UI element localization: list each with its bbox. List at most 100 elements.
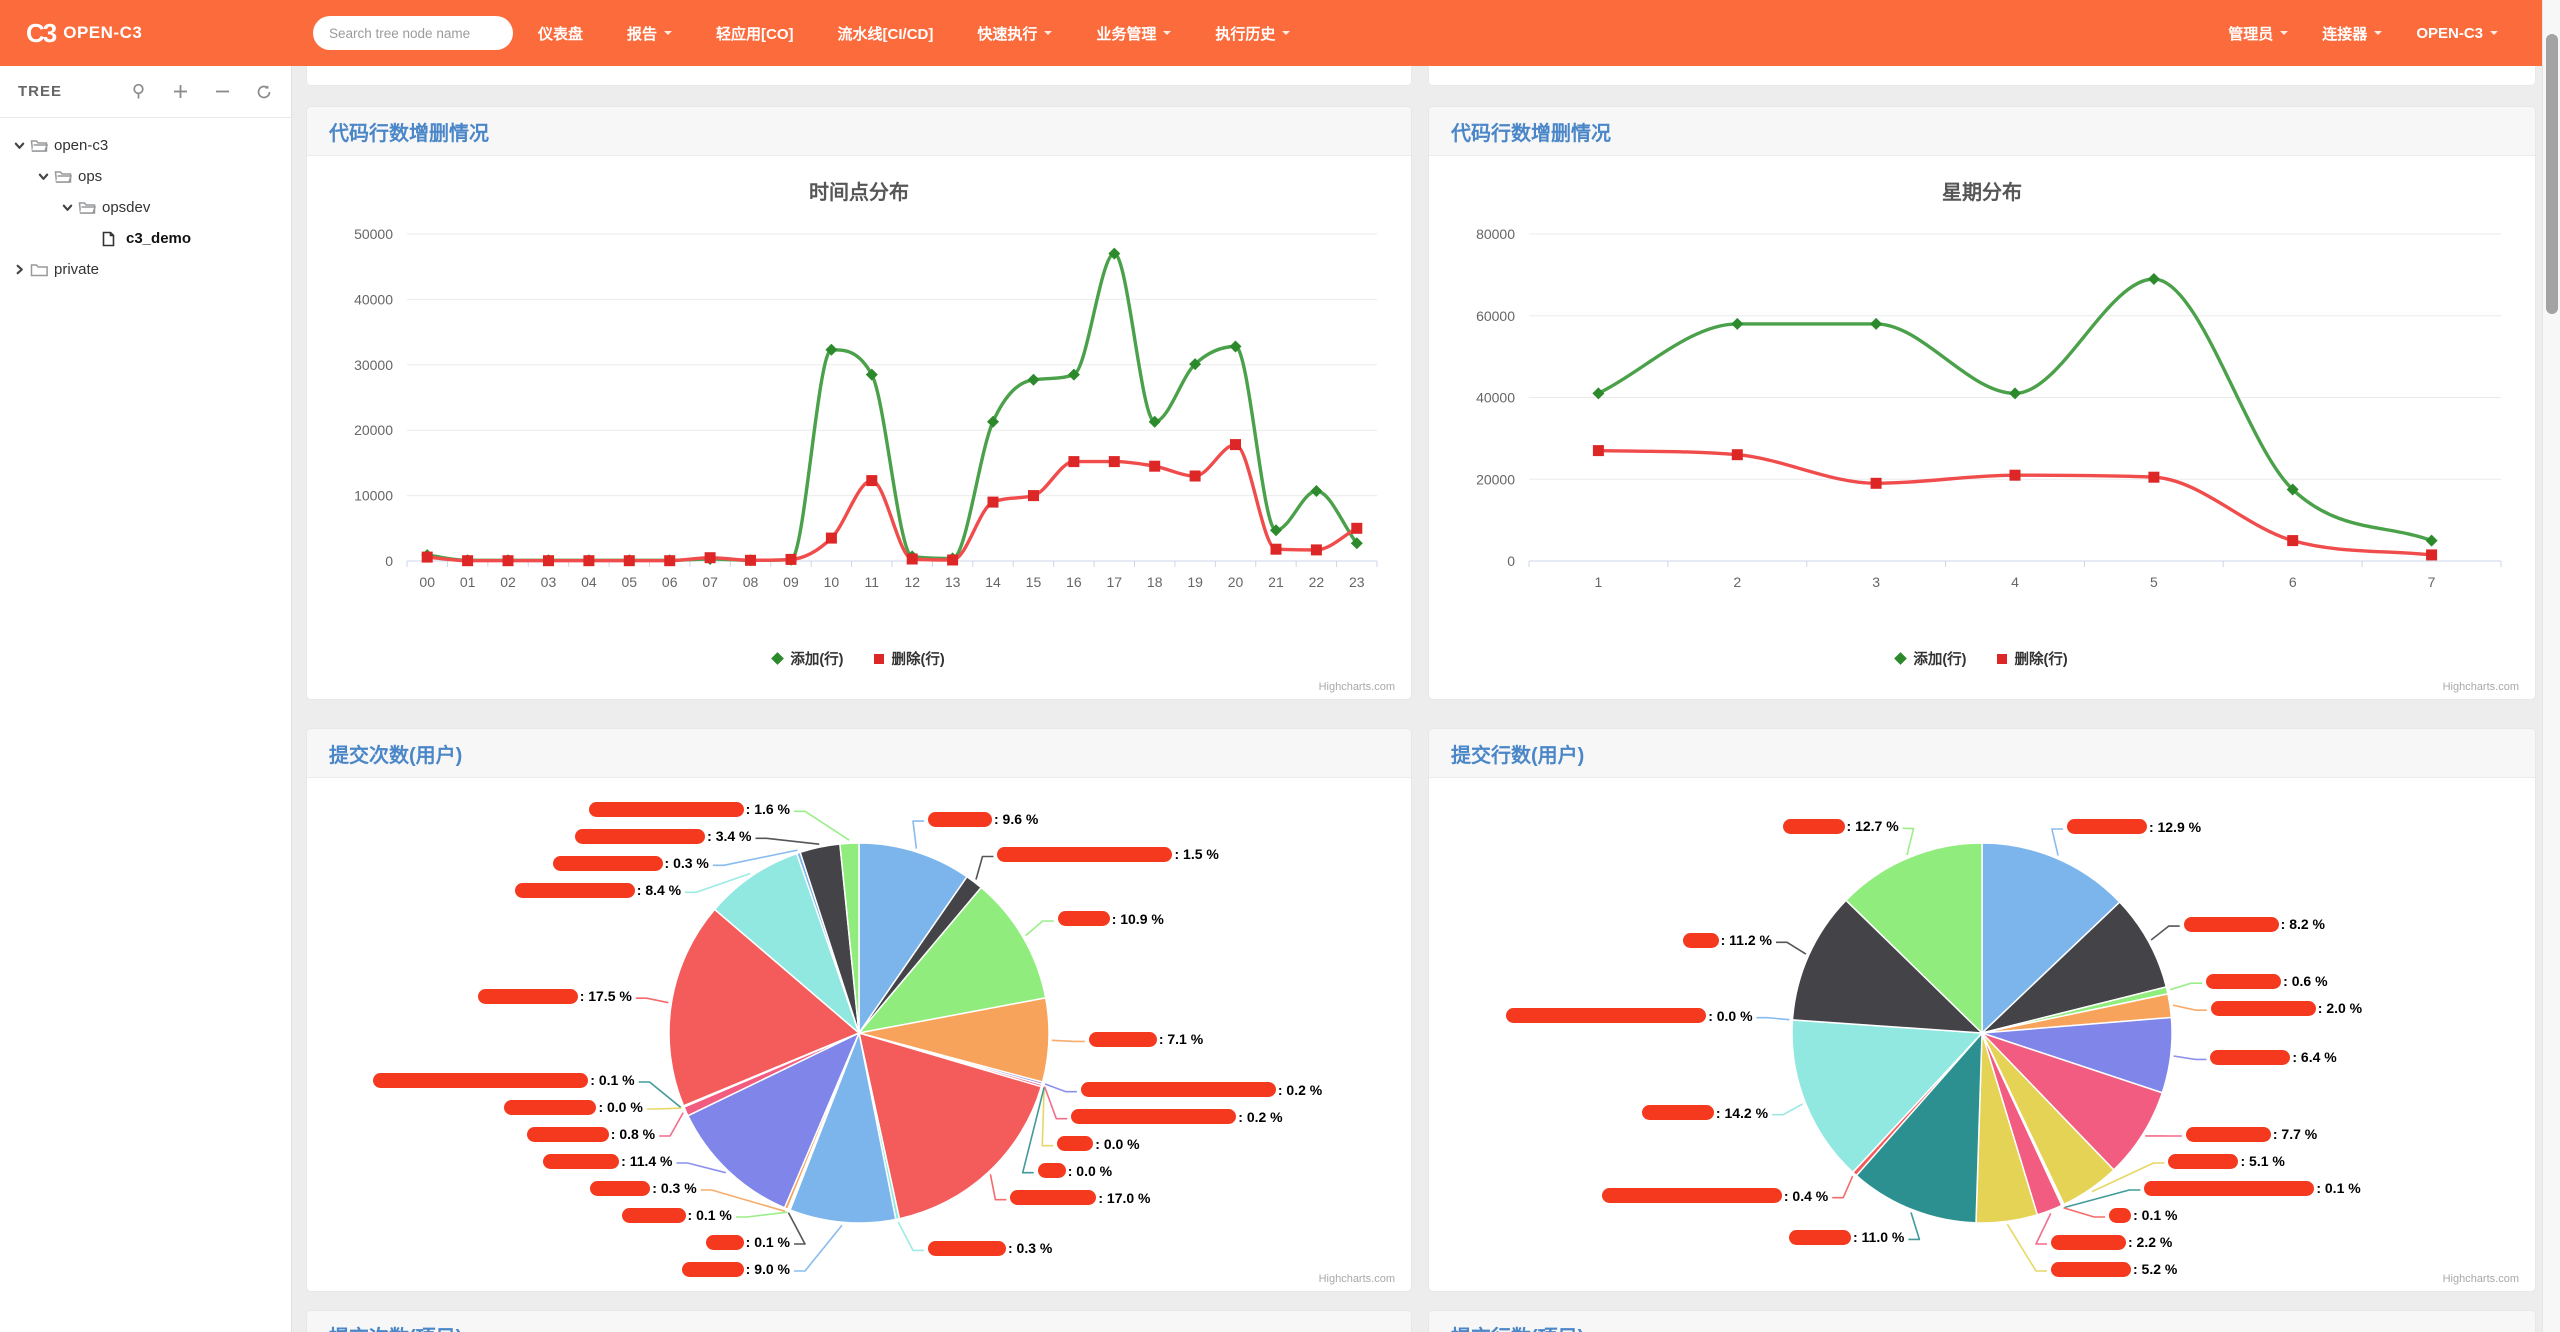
- diamond-marker-icon: [771, 652, 785, 665]
- svg-text:6: 6: [2289, 574, 2297, 590]
- svg-text:0: 0: [1507, 553, 1515, 569]
- tree-node-private[interactable]: private: [0, 254, 291, 285]
- nav-item-dashboard[interactable]: 仪表盘: [538, 23, 583, 44]
- chevron-right-icon[interactable]: [12, 262, 27, 277]
- folder-open-icon: [78, 200, 97, 216]
- panel-commit-lines-by-project: 提交行数(项目): [1428, 1310, 2536, 1332]
- user-nav: 管理员 连接器 OPEN-C3: [2228, 0, 2498, 66]
- highcharts-credits[interactable]: Highcharts.com: [2443, 681, 2519, 693]
- panel-header: 提交次数(用户): [307, 729, 1411, 778]
- tree-node-ops[interactable]: ops: [0, 161, 291, 192]
- square-marker-icon: [873, 653, 884, 664]
- diamond-marker-icon: [1894, 652, 1908, 665]
- svg-text:06: 06: [662, 574, 678, 590]
- plus-icon[interactable]: [171, 83, 189, 101]
- nav-item-report[interactable]: 报告: [627, 23, 673, 44]
- chevron-down-icon: [664, 31, 673, 39]
- open-c3-dashboard: C3 OPEN-C3 仪表盘 报告 轻应用[CO] 流水线[CI/CD] 快速执…: [0, 0, 2560, 1332]
- nav-item-pipeline[interactable]: 流水线[CI/CD]: [838, 23, 934, 44]
- pie-chart: [635, 810, 1085, 1272]
- svg-text:20: 20: [1228, 574, 1244, 590]
- panel-header: 提交行数(用户): [1429, 729, 2535, 778]
- logo[interactable]: C3 OPEN-C3: [26, 18, 142, 49]
- nav-item-connector[interactable]: 连接器: [2322, 23, 2383, 44]
- svg-text:7: 7: [2428, 574, 2436, 590]
- svg-text:23: 23: [1349, 574, 1365, 590]
- chevron-down-icon: [2280, 31, 2289, 39]
- nav-item-openc3-menu[interactable]: OPEN-C3: [2416, 25, 2498, 42]
- svg-text:0: 0: [385, 553, 393, 569]
- svg-text:20000: 20000: [354, 422, 393, 438]
- chevron-down-icon[interactable]: [60, 200, 75, 215]
- chevron-down-icon: [1044, 31, 1053, 39]
- minus-icon[interactable]: [213, 83, 231, 101]
- chevron-down-icon: [1282, 31, 1291, 39]
- tree-node-opsdev[interactable]: opsdev: [0, 192, 291, 223]
- svg-text:14: 14: [985, 574, 1001, 590]
- chart-body: 星期分布 0 20000 40000 60000 80000 1 2 3 4 5 6 7 添加(行) …: [1429, 156, 2535, 699]
- panel-commit-lines-by-user: 提交行数(用户) Highcharts.com : 12.9 %: 8.2 %:…: [1428, 728, 2536, 1292]
- panel-title: 提交次数(项目): [329, 1321, 462, 1332]
- nav-item-quickexec[interactable]: 快速执行: [977, 23, 1053, 44]
- scrollbar-thumb[interactable]: [2546, 34, 2558, 314]
- panel-header: 提交行数(项目): [1429, 1311, 2535, 1332]
- scrolled-panel-bottom: [1428, 66, 2536, 86]
- svg-text:09: 09: [783, 574, 799, 590]
- pie-chart: [1756, 827, 2207, 1272]
- highcharts-credits[interactable]: Highcharts.com: [2443, 1273, 2519, 1285]
- svg-text:19: 19: [1187, 574, 1203, 590]
- pie-chart-body: Highcharts.com : 12.9 %: 8.2 %: 0.6 %: 2…: [1429, 778, 2535, 1291]
- svg-text:22: 22: [1309, 574, 1325, 590]
- svg-text:40000: 40000: [354, 291, 393, 307]
- panel-title: 提交行数(项目): [1451, 1321, 1584, 1332]
- search-input[interactable]: [313, 16, 513, 50]
- svg-text:17: 17: [1107, 574, 1123, 590]
- nav-item-bizmgmt[interactable]: 业务管理: [1096, 23, 1172, 44]
- svg-text:10000: 10000: [354, 488, 393, 504]
- line-chart: 0 20000 40000 60000 80000 1 2 3 4 5 6 7: [1476, 226, 2502, 590]
- refresh-icon[interactable]: [255, 83, 273, 101]
- svg-text:30000: 30000: [354, 357, 393, 373]
- nav-item-lightapp[interactable]: 轻应用[CO]: [716, 23, 794, 44]
- svg-text:3: 3: [1872, 574, 1880, 590]
- chevron-down-icon[interactable]: [12, 138, 27, 153]
- svg-text:40000: 40000: [1476, 390, 1515, 406]
- main-nav: 仪表盘 报告 轻应用[CO] 流水线[CI/CD] 快速执行 业务管理 执行历史: [538, 0, 1291, 66]
- svg-text:10: 10: [824, 574, 840, 590]
- highcharts-credits[interactable]: Highcharts.com: [1319, 1273, 1395, 1285]
- tree-title: TREE: [18, 83, 63, 100]
- svg-text:20000: 20000: [1476, 471, 1515, 487]
- header: C3 OPEN-C3 仪表盘 报告 轻应用[CO] 流水线[CI/CD] 快速执…: [0, 0, 2542, 66]
- tree-node-c3-demo[interactable]: c3_demo: [0, 223, 291, 254]
- svg-text:08: 08: [743, 574, 759, 590]
- panel-commit-count-by-user: 提交次数(用户) Highcharts.com : 9.6 %: 1.5 %: …: [306, 728, 1412, 1292]
- svg-text:15: 15: [1026, 574, 1042, 590]
- svg-text:80000: 80000: [1476, 226, 1515, 242]
- scrolled-panel-bottom: [306, 66, 1412, 86]
- legend-item-added[interactable]: 添加(行): [1894, 648, 1967, 669]
- panel-header: 代码行数增删情况: [307, 107, 1411, 156]
- panel-code-lines-by-hour: 代码行数增删情况 时间点分布 0 10000 20000 30000 40000 5000…: [306, 106, 1412, 700]
- svg-text:2: 2: [1733, 574, 1741, 590]
- tree-node-open-c3[interactable]: open-c3: [0, 130, 291, 161]
- svg-text:11: 11: [865, 574, 880, 590]
- locate-icon[interactable]: [129, 83, 147, 101]
- svg-text:07: 07: [702, 574, 718, 590]
- chevron-down-icon[interactable]: [36, 169, 51, 184]
- tree-header: TREE: [0, 66, 291, 118]
- legend-item-added[interactable]: 添加(行): [771, 648, 844, 669]
- legend-item-deleted[interactable]: 删除(行): [873, 648, 945, 669]
- panel-title: 代码行数增删情况: [329, 122, 489, 145]
- logo-text: OPEN-C3: [63, 23, 143, 42]
- nav-item-admin[interactable]: 管理员: [2228, 23, 2289, 44]
- panel-header: 代码行数增删情况: [1429, 107, 2535, 156]
- chevron-down-icon: [2490, 31, 2498, 39]
- svg-text:02: 02: [500, 574, 516, 590]
- svg-text:18: 18: [1147, 574, 1163, 590]
- nav-item-exechistory[interactable]: 执行历史: [1215, 23, 1291, 44]
- svg-text:01: 01: [460, 574, 476, 590]
- legend-item-deleted[interactable]: 删除(行): [1996, 648, 2068, 669]
- chart-legend: 添加(行) 删除(行): [307, 648, 1411, 669]
- scrollbar[interactable]: [2542, 0, 2560, 1332]
- highcharts-credits[interactable]: Highcharts.com: [1319, 681, 1395, 693]
